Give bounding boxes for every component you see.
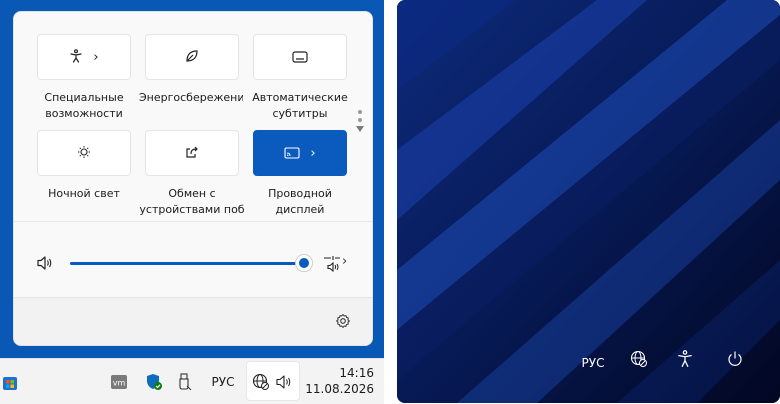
power-icon[interactable] xyxy=(726,350,748,376)
tile-energy-saver[interactable] xyxy=(145,34,239,80)
speaker-icon xyxy=(275,374,293,394)
accessibility-icon xyxy=(69,48,83,67)
volume-slider-thumb[interactable] xyxy=(296,255,312,271)
tile-accessibility[interactable]: › xyxy=(37,34,131,80)
tile-nearby-share[interactable] xyxy=(145,130,239,176)
tile-label-energy-saver: Энергосбережени xyxy=(139,91,243,104)
chevron-down-icon[interactable] xyxy=(356,126,364,132)
lock-screen: РУС xyxy=(397,0,780,403)
tile-live-captions[interactable] xyxy=(253,34,347,80)
quick-settings-panel: › Специальные возможности Энергосбережен… xyxy=(13,11,373,346)
store-app-button[interactable] xyxy=(0,359,20,404)
tile-label-nearby-share: Обмен с устройствами поб xyxy=(139,187,245,216)
page-indicator[interactable] xyxy=(356,110,364,132)
lock-screen-wallpaper xyxy=(397,0,780,403)
brightness-icon xyxy=(77,144,91,163)
clock-date: 11.08.2026 xyxy=(305,382,374,396)
speaker-icon[interactable] xyxy=(36,255,54,275)
tile-cast[interactable]: › xyxy=(253,130,347,176)
defender-shield-icon[interactable] xyxy=(143,359,165,404)
leaf-icon xyxy=(185,48,199,67)
accessibility-icon[interactable] xyxy=(677,350,699,376)
chevron-right-icon[interactable]: › xyxy=(310,146,315,161)
page-dot xyxy=(358,110,362,114)
cast-icon xyxy=(284,144,300,163)
audio-output-icon[interactable] xyxy=(322,253,342,277)
share-icon xyxy=(185,144,199,163)
network-volume-button[interactable] xyxy=(246,361,300,401)
page-dot xyxy=(358,118,362,122)
clock[interactable]: 14:16 11.08.2026 xyxy=(304,365,374,397)
chevron-right-icon[interactable]: › xyxy=(342,254,347,269)
tile-night-light[interactable] xyxy=(37,130,131,176)
tile-label-cast: Проводной дисплей xyxy=(268,187,332,216)
divider xyxy=(14,221,372,222)
gear-icon[interactable] xyxy=(335,313,351,333)
volume-slider[interactable] xyxy=(70,262,304,265)
volume-row: › xyxy=(14,250,372,276)
taskbar: vm РУС 14:16 11.08.2026 xyxy=(0,358,384,404)
lock-language-indicator[interactable]: РУС xyxy=(577,350,609,376)
tile-label-night-light: Ночной свет xyxy=(48,187,120,200)
clock-time: 14:16 xyxy=(339,366,374,380)
captions-icon xyxy=(292,48,308,67)
globe-no-internet-icon xyxy=(252,373,270,395)
lock-language-label: РУС xyxy=(581,356,605,370)
store-icon xyxy=(3,376,17,390)
desktop-left: › Специальные возможности Энергосбережен… xyxy=(0,0,384,404)
svg-text:vm: vm xyxy=(113,378,126,387)
language-label: РУС xyxy=(211,374,235,389)
network-icon[interactable] xyxy=(630,350,652,376)
tile-label-accessibility: Специальные возможности xyxy=(44,91,124,120)
usb-device-icon[interactable] xyxy=(174,359,196,404)
tile-label-live-captions: Автоматические субтитры xyxy=(252,91,348,120)
quick-settings-footer xyxy=(14,297,372,345)
vmware-tray-icon[interactable]: vm xyxy=(108,359,130,404)
chevron-right-icon[interactable]: › xyxy=(93,50,98,65)
language-indicator[interactable]: РУС xyxy=(206,359,240,404)
